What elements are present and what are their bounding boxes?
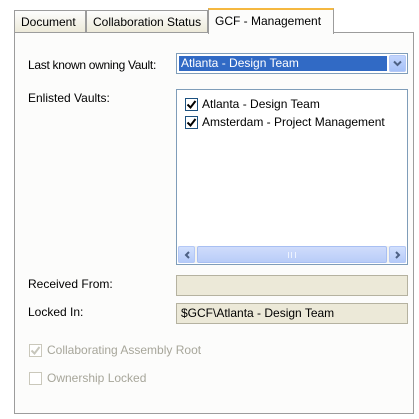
received-from-label: Received From: bbox=[28, 277, 113, 291]
list-item[interactable]: Atlanta - Design Team bbox=[185, 96, 320, 112]
list-item-label: Amsterdam - Project Management bbox=[202, 115, 385, 129]
arrow-right-icon[interactable] bbox=[389, 246, 406, 263]
enlisted-vaults-label: Enlisted Vaults: bbox=[28, 91, 110, 105]
owning-vault-label: Last known owning Vault: bbox=[28, 58, 156, 72]
checkmark-icon[interactable] bbox=[185, 115, 198, 129]
tab-document[interactable]: Document bbox=[14, 10, 86, 33]
tab-label: Document bbox=[21, 15, 76, 29]
ownership-locked-checkbox[interactable]: Ownership Locked bbox=[29, 371, 146, 385]
tab-label: GCF - Management bbox=[215, 14, 322, 28]
list-item-label: Atlanta - Design Team bbox=[202, 97, 320, 111]
checkbox-box bbox=[29, 371, 42, 385]
enlisted-vaults-list[interactable]: Atlanta - Design Team Amsterdam - Projec… bbox=[176, 89, 408, 265]
locked-in-field: $GCF\Atlanta - Design Team bbox=[176, 303, 408, 324]
grip-icon bbox=[288, 251, 296, 258]
list-item[interactable]: Amsterdam - Project Management bbox=[185, 114, 385, 130]
tab-collaboration-status[interactable]: Collaboration Status bbox=[86, 10, 208, 33]
tab-gcf-management[interactable]: GCF - Management bbox=[208, 8, 334, 34]
checkmark-icon[interactable] bbox=[185, 97, 198, 111]
collaborating-assembly-root-checkbox[interactable]: Collaborating Assembly Root bbox=[29, 343, 201, 357]
arrow-left-icon[interactable] bbox=[178, 246, 195, 263]
owning-vault-value: Atlanta - Design Team bbox=[179, 56, 387, 71]
tab-label: Collaboration Status bbox=[93, 15, 202, 29]
received-from-field bbox=[176, 275, 408, 296]
locked-in-label: Locked In: bbox=[28, 305, 84, 319]
chevron-down-icon[interactable] bbox=[389, 55, 406, 72]
owning-vault-dropdown[interactable]: Atlanta - Design Team bbox=[176, 53, 408, 74]
scrollbar-thumb[interactable] bbox=[197, 246, 387, 263]
horizontal-scrollbar[interactable] bbox=[178, 246, 406, 263]
collaborating-assembly-root-label: Collaborating Assembly Root bbox=[47, 343, 202, 357]
checkmark-icon bbox=[29, 343, 42, 357]
ownership-locked-label: Ownership Locked bbox=[47, 371, 147, 385]
